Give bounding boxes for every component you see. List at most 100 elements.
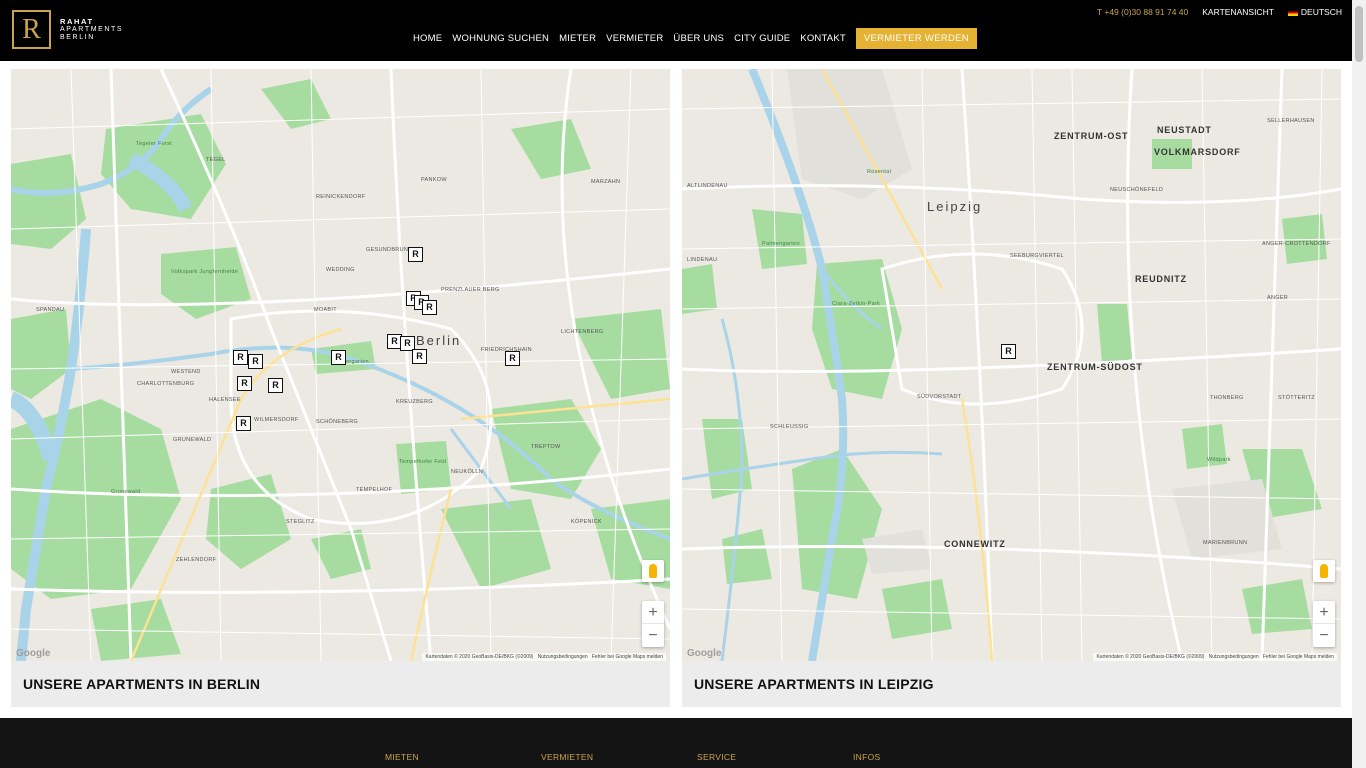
- leipzig-title: UNSERE APARTMENTS IN LEIPZIG: [694, 676, 934, 692]
- map-label: NEUSCHÖNEFELD: [1110, 187, 1164, 193]
- brand-logo[interactable]: R RAHAT APARTMENTS BERLIN: [12, 10, 123, 49]
- apartment-marker[interactable]: R: [236, 416, 251, 431]
- nav-kontakt[interactable]: KONTAKT: [800, 33, 846, 44]
- map-label: SCHLEUSSIG: [770, 424, 809, 430]
- map-label: KÖPENICK: [571, 519, 602, 525]
- park-label: Clara-Zetkin-Park: [832, 301, 881, 307]
- footer-service[interactable]: SERVICE: [697, 752, 736, 762]
- map-view-link[interactable]: KARTENANSICHT: [1202, 7, 1274, 17]
- nav-vermieter[interactable]: VERMIETER: [606, 33, 663, 44]
- apartment-marker[interactable]: R: [268, 378, 283, 393]
- map-label: TREPTOW: [531, 444, 561, 450]
- apartment-marker[interactable]: R: [505, 351, 520, 366]
- map-label: GRUNEWALD: [173, 437, 212, 443]
- top-bar: T +49 (0)30 88 91 74 40 KARTENANSICHT DE…: [1083, 7, 1342, 17]
- map-label: SPANDAU: [36, 307, 65, 313]
- map-label: NEUKÖLLN: [451, 469, 484, 475]
- map-label: SÜDVORSTADT: [917, 394, 962, 400]
- map-label: STÖTTERITZ: [1278, 395, 1315, 401]
- minus-icon[interactable]: −: [1313, 624, 1335, 647]
- footer-infos[interactable]: INFOS: [853, 752, 880, 762]
- map-label: ZENTRUM-OST: [1054, 131, 1129, 141]
- park-label: Rosental: [867, 169, 892, 175]
- apartment-marker[interactable]: R: [331, 350, 346, 365]
- map-label: TEGEL: [206, 157, 226, 163]
- zoom-control: + −: [1313, 601, 1335, 647]
- report-error-link[interactable]: Fehler bei Google Maps melden: [1263, 654, 1334, 660]
- apartment-marker[interactable]: R: [412, 349, 427, 364]
- brand-name: RAHAT APARTMENTS BERLIN: [60, 16, 124, 41]
- map-attribution: Kartendaten © 2020 GeoBasis-DE/BKG (©200…: [422, 653, 666, 661]
- map-label: LICHTENBERG: [561, 329, 604, 335]
- nav-home[interactable]: HOME: [413, 33, 442, 44]
- map-label: REINICKENDORF: [316, 194, 366, 200]
- map-label: STEGLITZ: [286, 519, 315, 525]
- apartment-marker[interactable]: R: [1001, 344, 1016, 359]
- map-label: MARIENBRUNN: [1203, 540, 1248, 546]
- pegman-icon[interactable]: [1313, 560, 1335, 582]
- footer-mieten[interactable]: MIETEN: [385, 752, 419, 762]
- map-label: ZENTRUM-SÜDOST: [1047, 362, 1143, 372]
- language-switch[interactable]: DEUTSCH: [1287, 7, 1342, 17]
- map-label: MOABIT: [314, 307, 337, 313]
- map-label: MARZAHN: [591, 179, 621, 185]
- city-label: Berlin: [416, 333, 462, 348]
- plus-icon[interactable]: +: [642, 601, 664, 624]
- site-footer: MIETEN VERMIETEN SERVICE INFOS: [0, 718, 1352, 768]
- apartment-marker[interactable]: R: [422, 300, 437, 315]
- terms-link[interactable]: Nutzungsbedingungen: [538, 654, 588, 660]
- map-label: SCHÖNEBERG: [316, 419, 359, 425]
- minus-icon[interactable]: −: [642, 624, 664, 647]
- page-scrollbar[interactable]: [1352, 0, 1366, 768]
- google-logo: Google: [16, 648, 51, 659]
- leipzig-map-canvas: [682, 69, 1341, 661]
- map-label: SEEBURGVIERTEL: [1010, 253, 1064, 259]
- zoom-control: + −: [642, 601, 664, 647]
- park-label: Grunewald: [111, 489, 141, 495]
- phone-link[interactable]: T +49 (0)30 88 91 74 40: [1097, 7, 1188, 17]
- map-label: REUDNITZ: [1135, 274, 1187, 284]
- apartment-marker[interactable]: R: [237, 376, 252, 391]
- nav-ueber-uns[interactable]: ÜBER UNS: [673, 33, 724, 44]
- apartment-marker[interactable]: R: [408, 247, 423, 262]
- map-label: ANGER-CROTTENDORF: [1262, 241, 1331, 247]
- berlin-card: GESUNDBRUNNEN WEDDING MOABIT PRENZLAUER …: [11, 69, 670, 707]
- map-label: VOLKMARSDORF: [1154, 147, 1241, 157]
- map-label: WEDDING: [326, 267, 355, 273]
- map-label: LINDENAU: [687, 257, 718, 263]
- berlin-title: UNSERE APARTMENTS IN BERLIN: [23, 676, 261, 692]
- footer-vermieten[interactable]: VERMIETEN: [541, 752, 593, 762]
- pegman-icon[interactable]: [642, 560, 664, 582]
- map-label: WESTEND: [171, 369, 201, 375]
- leipzig-map[interactable]: ZENTRUM-OST NEUSTADT VOLKMARSDORF SELLER…: [682, 69, 1341, 661]
- map-label: SELLERHAUSEN: [1267, 118, 1315, 124]
- become-landlord-button[interactable]: VERMIETER WERDEN: [855, 28, 977, 49]
- city-label: Leipzig: [927, 199, 983, 214]
- park-label: Wildpark: [1207, 457, 1231, 463]
- nav-mieter[interactable]: MIETER: [559, 33, 596, 44]
- logo-mark-icon: R: [12, 10, 51, 49]
- apartment-marker[interactable]: R: [233, 350, 248, 365]
- nav-city-guide[interactable]: CITY GUIDE: [734, 33, 790, 44]
- scrollbar-thumb[interactable]: [1355, 6, 1363, 62]
- report-error-link[interactable]: Fehler bei Google Maps melden: [592, 654, 663, 660]
- terms-link[interactable]: Nutzungsbedingungen: [1209, 654, 1259, 660]
- map-label: PANKOW: [421, 177, 447, 183]
- map-label: CHARLOTTENBURG: [137, 381, 195, 387]
- plus-icon[interactable]: +: [1313, 601, 1335, 624]
- map-label: PRENZLAUER BERG: [441, 287, 500, 293]
- google-logo: Google: [687, 648, 722, 659]
- berlin-map-canvas: [11, 69, 670, 661]
- map-label: TEMPELHOF: [356, 487, 393, 493]
- site-header: R RAHAT APARTMENTS BERLIN T +49 (0)30 88…: [0, 0, 1352, 61]
- map-label: NEUSTADT: [1157, 125, 1212, 135]
- apartment-marker[interactable]: R: [248, 354, 263, 369]
- map-label: CONNEWITZ: [944, 539, 1006, 549]
- park-label: Tegeler Forst: [136, 141, 172, 147]
- map-label: HALENSEE: [209, 397, 241, 403]
- nav-wohnung-suchen[interactable]: WOHNUNG SUCHEN: [452, 33, 549, 44]
- berlin-map[interactable]: GESUNDBRUNNEN WEDDING MOABIT PRENZLAUER …: [11, 69, 670, 661]
- map-label: THONBERG: [1210, 395, 1244, 401]
- park-label: Palmengarten: [762, 241, 800, 247]
- park-label: Tempelhofer Feld: [399, 459, 447, 465]
